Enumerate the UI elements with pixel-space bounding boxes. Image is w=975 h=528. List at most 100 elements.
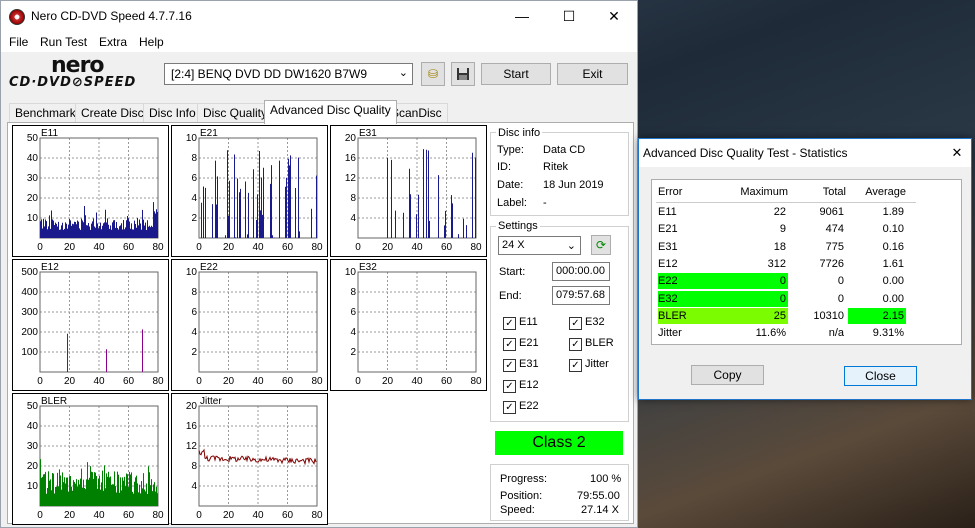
date-value: 18 Jun 2019 [543, 179, 604, 191]
checkbox-label: E11 [519, 316, 538, 328]
tab-benchmark[interactable]: Benchmark [9, 103, 82, 123]
main-window: Nero CD-DVD Speed 4.7.7.16 — ☐ ✕ File Ru… [0, 0, 638, 528]
x-tick-label: 40 [252, 376, 264, 387]
y-tick-label: 6 [350, 307, 356, 318]
checkbox-e31[interactable]: ✓ [503, 359, 516, 372]
table-cell-error: E22 [658, 273, 722, 290]
tab-create-disc[interactable]: Create Disc [75, 103, 150, 123]
x-tick-label: 20 [64, 242, 76, 253]
checkbox-e32[interactable]: ✓ [569, 317, 582, 330]
tab-disc-info[interactable]: Disc Info [143, 103, 202, 123]
table-cell-avg: 1.89 [882, 206, 904, 218]
y-tick-label: 2 [191, 347, 197, 358]
checkbox-e11[interactable]: ✓ [503, 317, 516, 330]
y-tick-label: 4 [191, 481, 197, 492]
chart-svg: 0 20 40 60 80 2 4 6 8 10 [186, 133, 323, 253]
speed-select[interactable]: 24 X ⌄ [498, 236, 581, 255]
table-cell-total: 0 [837, 275, 844, 288]
start-button[interactable]: Start [481, 63, 551, 85]
table-cell-max: 25 [722, 307, 788, 324]
y-tick-label: 40 [27, 153, 39, 164]
x-tick-label: 20 [64, 376, 76, 387]
y-tick-label: 16 [345, 153, 357, 164]
tab-advanced-disc-quality[interactable]: Advanced Disc Quality [264, 100, 397, 124]
table-cell-avg: 0.00 [882, 292, 904, 305]
checkbox-e21[interactable]: ✓ [503, 338, 516, 351]
speed-value-readout: 27.14 X [581, 504, 619, 516]
menu-help[interactable]: Help [139, 35, 164, 49]
chart-e11: 0 20 40 60 80 10 20 30 40 50 E11 [12, 125, 169, 257]
jitter-series-line [198, 448, 317, 466]
table-cell-error: E11 [658, 206, 677, 218]
menu-file[interactable]: File [9, 35, 28, 49]
disc-info-heading: Disc info [496, 127, 543, 139]
y-tick-label: 20 [27, 193, 39, 204]
minimize-button[interactable]: — [499, 1, 545, 32]
table-cell-avg: 1.61 [882, 257, 904, 270]
y-tick-label: 100 [21, 347, 38, 358]
chart-title: E11 [41, 128, 59, 139]
menu-extra[interactable]: Extra [99, 35, 127, 49]
x-tick-label: 60 [123, 242, 135, 253]
x-tick-label: 80 [152, 510, 164, 521]
maximize-button[interactable]: ☐ [546, 1, 592, 32]
table-cell-avg: 0.00 [882, 275, 904, 288]
position-value: 79:55.00 [577, 490, 620, 502]
table-cell-max: 9 [779, 223, 786, 236]
x-tick-label: 0 [196, 376, 202, 387]
y-tick-label: 40 [27, 421, 39, 432]
table-header: Total [822, 186, 846, 198]
y-tick-label: 20 [345, 133, 357, 144]
start-time-input[interactable]: 000:00.00 [552, 262, 610, 281]
chart-svg: 0 20 40 60 80 4 8 12 16 20 [345, 133, 482, 253]
dialog-close-icon[interactable]: ✕ [943, 139, 971, 167]
dialog-title[interactable]: Advanced Disc Quality Test - Statistics [639, 139, 971, 167]
y-tick-label: 4 [350, 213, 356, 224]
save-icon-button[interactable] [451, 62, 475, 86]
chevron-down-icon: ⌄ [566, 240, 576, 252]
table-cell-max: 0 [722, 273, 788, 290]
eject-icon-button[interactable]: ⛁ [421, 62, 445, 86]
x-tick-label: 40 [93, 242, 105, 253]
y-tick-label: 8 [350, 287, 356, 298]
label-value: - [543, 197, 547, 209]
nero-app-icon [9, 9, 25, 25]
refresh-icon-button[interactable]: ⟳ [591, 235, 611, 255]
exit-button[interactable]: Exit [557, 63, 628, 85]
checkbox-e22[interactable]: ✓ [503, 401, 516, 414]
y-tick-label: 8 [350, 193, 356, 204]
table-cell-total: 0 [837, 292, 844, 305]
checkbox-bler[interactable]: ✓ [569, 338, 582, 351]
x-tick-label: 60 [123, 510, 135, 521]
progress-value: 100 % [590, 473, 622, 485]
tab-disc-quality[interactable]: Disc Quality [197, 103, 274, 123]
drive-select[interactable]: [2:4] BENQ DVD DD DW1620 B7W9 ⌄ [164, 63, 413, 85]
cd-dvd-speed-logo: CD·DVD⊘SPEED [9, 75, 137, 90]
y-tick-label: 8 [191, 153, 197, 164]
x-tick-label: 80 [152, 242, 164, 253]
y-tick-label: 400 [21, 287, 38, 298]
copy-button[interactable]: Copy [691, 365, 764, 385]
x-tick-label: 40 [93, 376, 105, 387]
end-time-input[interactable]: 079:57.68 [552, 286, 610, 305]
table-cell-error: BLER [658, 307, 722, 324]
close-button[interactable]: ✕ [591, 1, 637, 32]
x-tick-label: 80 [470, 376, 482, 387]
x-tick-label: 0 [355, 376, 361, 387]
table-cell-total: n/a [828, 327, 844, 340]
checkbox-e12[interactable]: ✓ [503, 380, 516, 393]
table-header: Maximum [740, 186, 788, 198]
x-tick-label: 80 [311, 510, 323, 521]
save-icon [457, 68, 469, 80]
y-tick-label: 30 [27, 441, 39, 452]
checkbox-jitter[interactable]: ✓ [569, 359, 582, 372]
checkbox-label: E22 [519, 400, 539, 412]
chart-svg: 0 20 40 60 80 10 20 30 40 50 [27, 401, 164, 521]
dialog-close-button[interactable]: Close [844, 366, 917, 386]
x-tick-label: 60 [282, 376, 294, 387]
title-bar[interactable]: Nero CD-DVD Speed 4.7.7.16 — ☐ ✕ [1, 1, 637, 32]
x-tick-label: 0 [355, 242, 361, 253]
menu-run-test[interactable]: Run Test [40, 35, 87, 49]
x-tick-label: 40 [252, 242, 264, 253]
speed-label: Speed: [500, 504, 535, 516]
